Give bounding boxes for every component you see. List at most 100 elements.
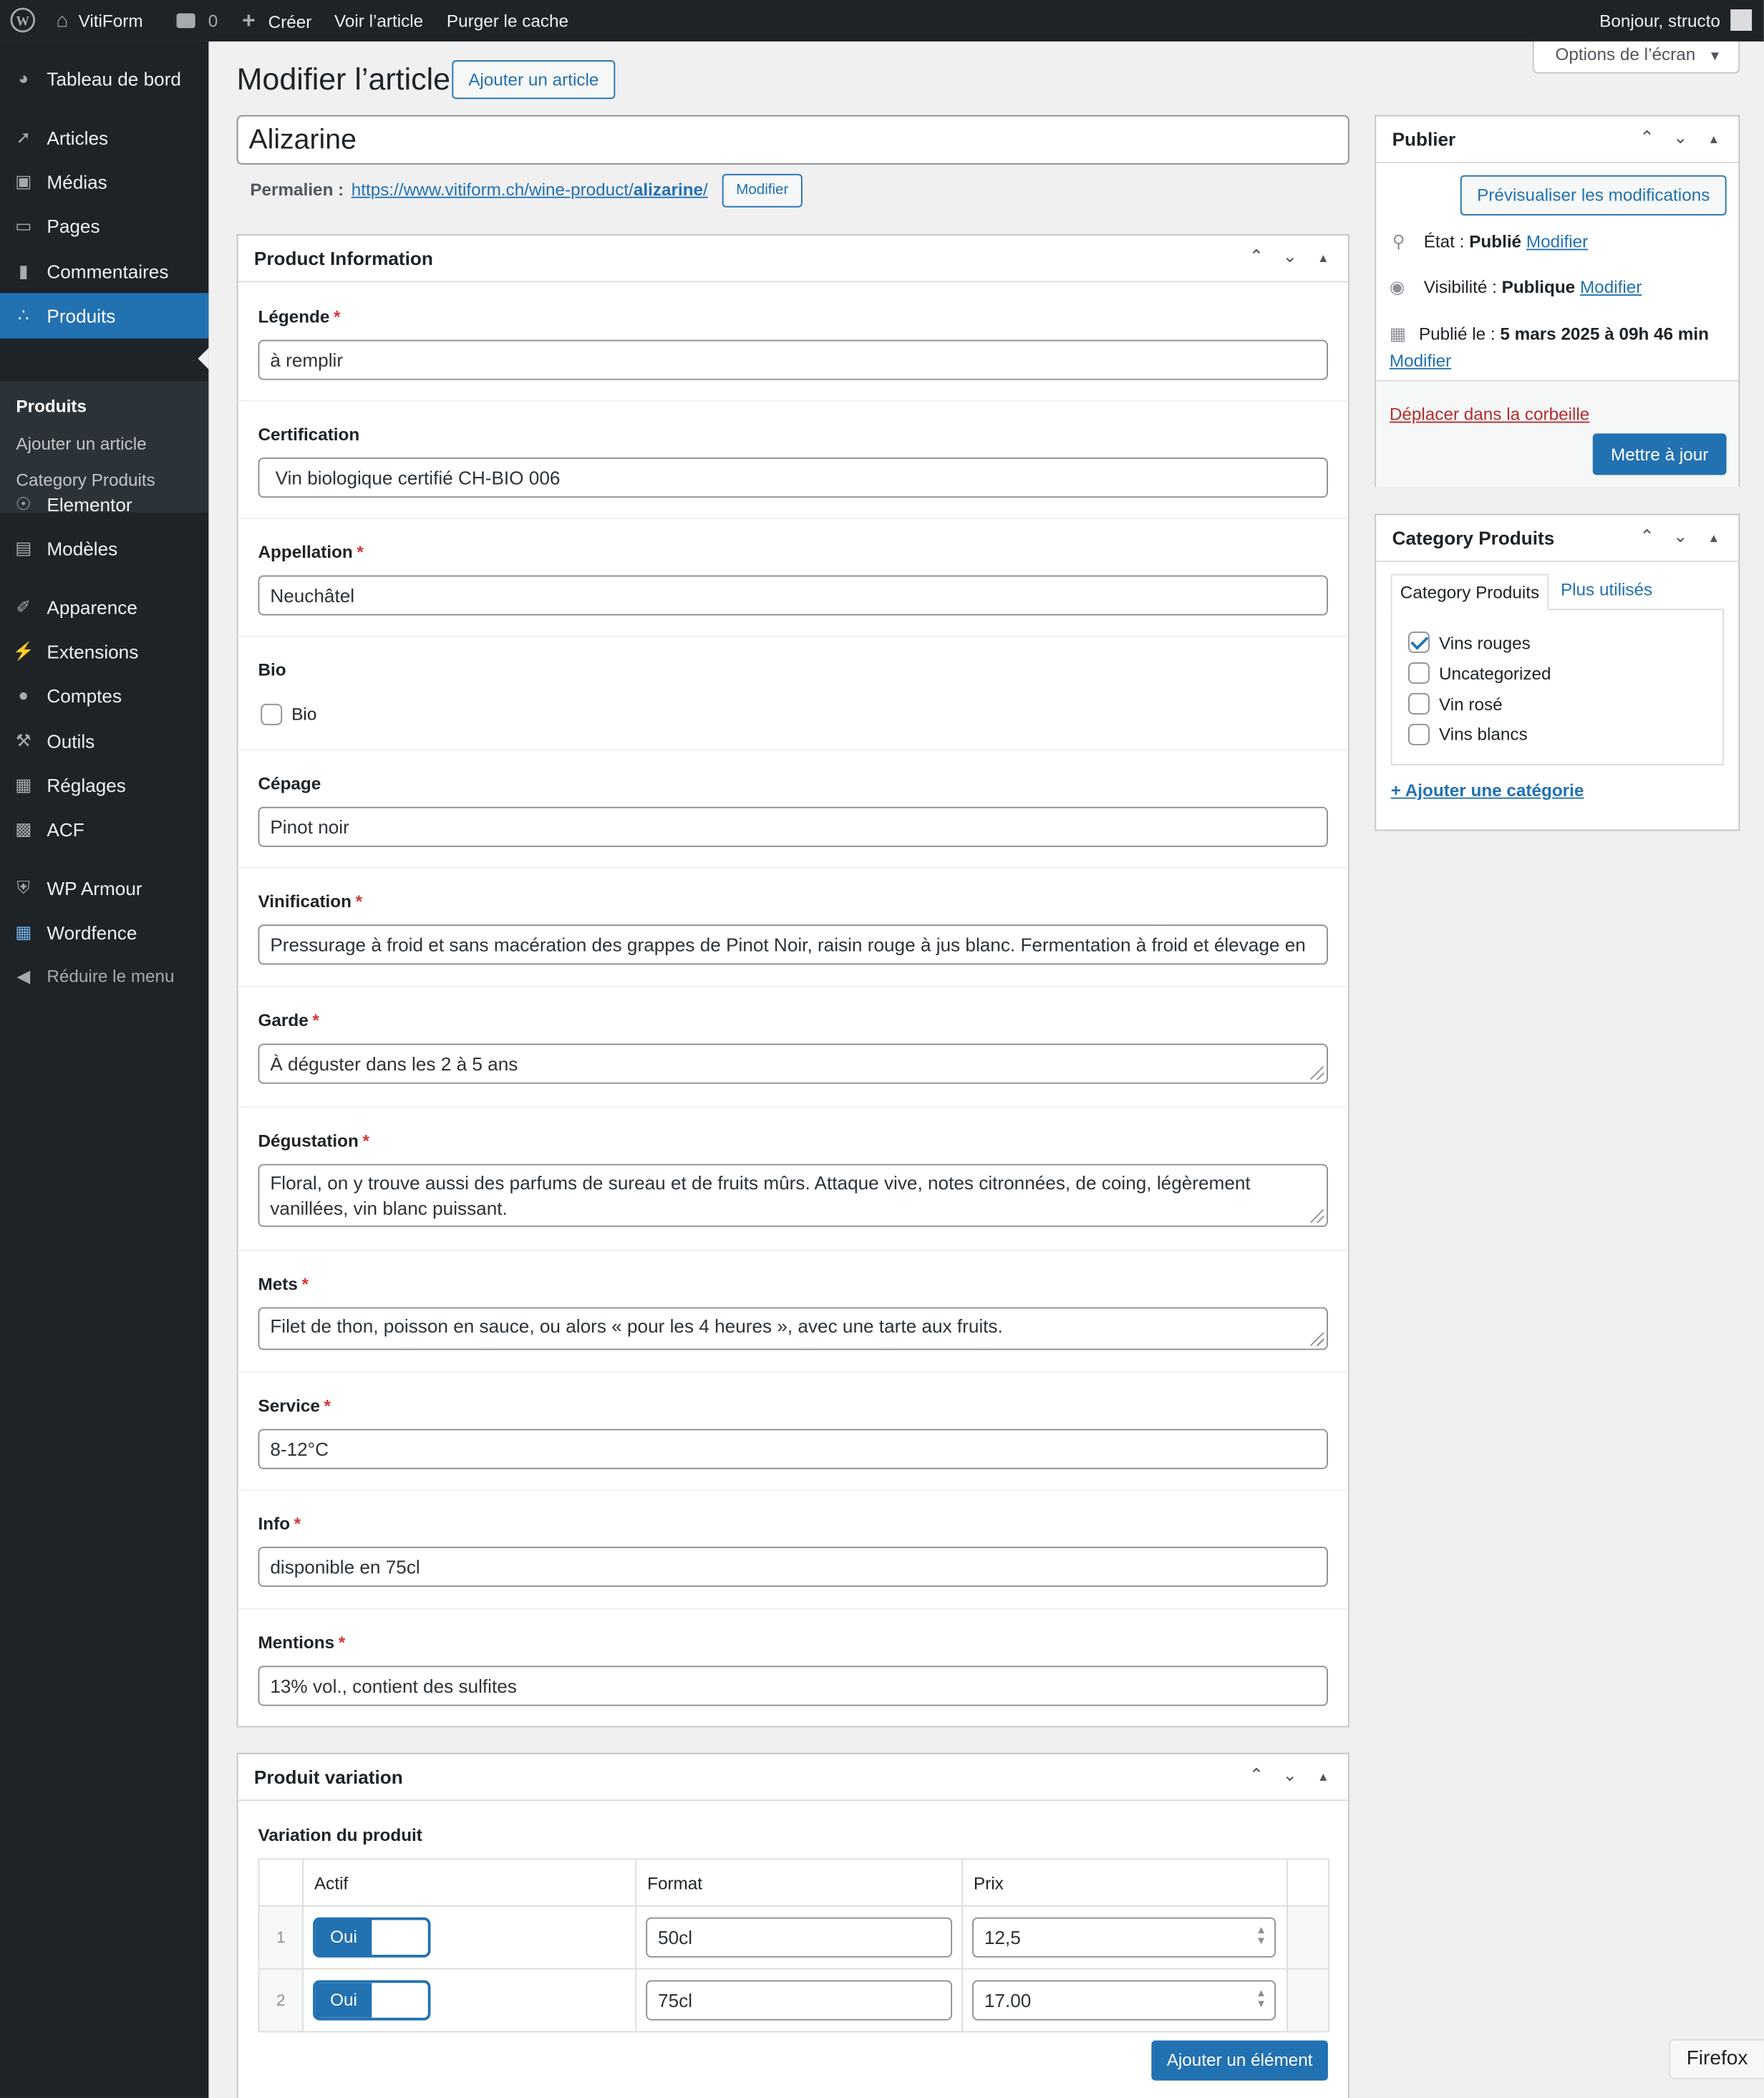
pin-icon: ➚: [16, 127, 31, 148]
category-checkbox-vins-blancs[interactable]: [1408, 723, 1430, 745]
bio-checkbox[interactable]: [261, 703, 283, 725]
visibility-edit-link[interactable]: Modifier: [1580, 277, 1642, 297]
status-edit-link[interactable]: Modifier: [1526, 231, 1588, 251]
current-menu-arrow: [198, 347, 209, 369]
category-label: Vins rouges: [1438, 632, 1531, 653]
published-date-row: ▦ Publié le : 5 mars 2025 à 09h 46 min Mo…: [1390, 321, 1730, 374]
elementor-icon: ☉: [15, 493, 32, 514]
move-up-icon[interactable]: ⌃: [1240, 1765, 1274, 1787]
required-marker: *: [324, 1395, 331, 1416]
move-up-icon[interactable]: ⌃: [1630, 526, 1664, 547]
toggle-panel-icon[interactable]: ▲: [1697, 531, 1730, 545]
format-input[interactable]: 75cl: [646, 1980, 953, 2021]
category-checkbox-vin-rose[interactable]: [1408, 692, 1430, 715]
mets-label: Mets: [258, 1273, 298, 1294]
service-input[interactable]: 8-12°C: [258, 1429, 1328, 1469]
view-article-link[interactable]: Voir l’article: [334, 0, 423, 42]
wordpress-logo-icon[interactable]: W: [9, 0, 36, 42]
toggle-panel-icon[interactable]: ▲: [1307, 251, 1340, 265]
menu-item-outils[interactable]: ⚒ Outils: [0, 718, 208, 764]
menu-item-apparence[interactable]: ✐ Apparence: [0, 585, 208, 631]
menu-item-wp-armour[interactable]: ⛨ WP Armour: [0, 866, 208, 912]
site-name: VitiForm: [78, 10, 143, 31]
move-up-icon[interactable]: ⌃: [1240, 246, 1274, 268]
resize-handle-icon[interactable]: [1310, 1333, 1324, 1346]
mentions-input[interactable]: 13% vol., contient des sulfites: [258, 1666, 1328, 1706]
menu-item-elementor[interactable]: ☉ Elementor: [0, 482, 208, 528]
move-to-trash-link[interactable]: Déplacer dans la corbeille: [1390, 404, 1589, 424]
post-title-input[interactable]: Alizarine: [236, 115, 1349, 165]
number-spinner-icon[interactable]: ▲ ▼: [1256, 1925, 1266, 1947]
vinification-input[interactable]: Pressurage à froid et sans macération de…: [258, 924, 1328, 965]
move-down-icon[interactable]: ⌄: [1664, 526, 1697, 547]
field-info: Info * disponible en 75cl: [238, 1491, 1348, 1610]
submenu-item-produits[interactable]: Produits: [16, 396, 87, 416]
preview-changes-button[interactable]: Prévisualiser les modifications: [1460, 175, 1727, 216]
purge-cache-link[interactable]: Purger le cache: [447, 0, 568, 42]
tab-all-categories[interactable]: Category Produits: [1390, 574, 1549, 611]
dashboard-icon: ◕: [18, 68, 29, 89]
menu-item-commentaires[interactable]: ▮ Commentaires: [0, 249, 208, 295]
active-toggle[interactable]: Oui: [313, 1917, 431, 1958]
price-input[interactable]: 17.00 ▲ ▼: [972, 1980, 1276, 2021]
move-down-icon[interactable]: ⌄: [1273, 246, 1307, 268]
plugin-icon: ⚡: [12, 641, 34, 662]
price-input[interactable]: 12,5 ▲ ▼: [972, 1917, 1276, 1958]
move-up-icon[interactable]: ⌃: [1630, 127, 1664, 149]
row-index: 1: [259, 1906, 303, 1968]
update-button[interactable]: Mettre à jour: [1592, 433, 1727, 475]
tab-most-used[interactable]: Plus utilisés: [1561, 579, 1652, 599]
menu-item-acf[interactable]: ▩ ACF: [0, 807, 208, 853]
garde-textarea[interactable]: À déguster dans les 2 à 5 ans: [258, 1043, 1328, 1084]
comments-link[interactable]: 0: [176, 0, 218, 42]
toggle-panel-icon[interactable]: ▲: [1307, 1770, 1340, 1784]
create-menu[interactable]: + Créer: [242, 0, 311, 42]
menu-item-reglages[interactable]: ▦ Réglages: [0, 763, 208, 808]
menu-item-medias[interactable]: ▣ Médias: [0, 159, 208, 205]
required-marker: *: [362, 1130, 369, 1151]
permalink-url[interactable]: https://www.vitiform.ch/wine-product/ali…: [352, 179, 708, 199]
menu-item-comptes[interactable]: ● Comptes: [0, 673, 208, 719]
create-label: Créer: [268, 11, 312, 32]
column-actions: [1286, 1860, 1328, 1907]
date-edit-link[interactable]: Modifier: [1390, 351, 1451, 371]
mets-textarea[interactable]: Filet de thon, poisson en sauce, ou alor…: [258, 1307, 1328, 1350]
active-toggle[interactable]: Oui: [313, 1980, 431, 2021]
menu-item-produits[interactable]: ∴ Produits: [0, 293, 209, 339]
move-down-icon[interactable]: ⌄: [1664, 127, 1697, 149]
cepage-input[interactable]: Pinot noir: [258, 806, 1328, 847]
category-label: Uncategorized: [1438, 663, 1551, 684]
move-down-icon[interactable]: ⌄: [1273, 1765, 1307, 1787]
menu-item-wordfence[interactable]: ▦ Wordfence: [0, 910, 208, 956]
appellation-input[interactable]: Neuchâtel: [258, 575, 1328, 616]
add-article-button[interactable]: Ajouter un article: [452, 60, 616, 100]
menu-item-pages[interactable]: ▭ Pages: [0, 203, 208, 249]
certification-input[interactable]: Vin biologique certifié CH-BIO 006: [258, 458, 1328, 498]
site-home-link[interactable]: ⌂ VitiForm: [56, 0, 142, 42]
permalink-edit-button[interactable]: Modifier: [722, 173, 803, 208]
resize-handle-icon[interactable]: [1310, 1209, 1324, 1223]
info-input[interactable]: disponible en 75cl: [258, 1547, 1328, 1587]
resize-handle-icon[interactable]: [1310, 1066, 1324, 1080]
menu-item-modeles[interactable]: ▤ Modèles: [0, 526, 208, 571]
degustation-textarea[interactable]: Floral, on y trouve aussi des parfums de…: [258, 1164, 1328, 1227]
collapse-menu-button[interactable]: ◀ Réduire le menu: [0, 954, 208, 1000]
submenu-item-ajouter-un-article[interactable]: Ajouter un article: [16, 433, 146, 453]
info-label: Info: [258, 1513, 291, 1534]
eye-icon: ◉: [1389, 276, 1405, 297]
add-category-link[interactable]: + Ajouter une catégorie: [1391, 780, 1584, 800]
category-checkbox-uncategorized[interactable]: [1408, 662, 1430, 684]
legende-input[interactable]: à remplir: [258, 339, 1328, 380]
account-menu[interactable]: Bonjour, structo: [1599, 0, 1752, 42]
toggle-panel-icon[interactable]: ▲: [1697, 132, 1730, 146]
variation-field-label: Variation du produit: [258, 1824, 422, 1845]
add-element-button[interactable]: Ajouter un élément: [1151, 2040, 1328, 2081]
field-garde: Garde * À déguster dans les 2 à 5 ans: [238, 987, 1348, 1108]
menu-item-tableau-de-bord[interactable]: ◕ Tableau de bord: [0, 56, 208, 102]
number-spinner-icon[interactable]: ▲ ▼: [1256, 1988, 1266, 2010]
format-input[interactable]: 50cl: [646, 1917, 953, 1958]
menu-item-extensions[interactable]: ⚡ Extensions: [0, 629, 208, 675]
category-checkbox-vins-rouges[interactable]: [1408, 631, 1430, 653]
menu-item-articles[interactable]: ➚ Articles: [0, 115, 208, 161]
screen-options-button[interactable]: Options de l’écran ▼: [1532, 41, 1740, 74]
